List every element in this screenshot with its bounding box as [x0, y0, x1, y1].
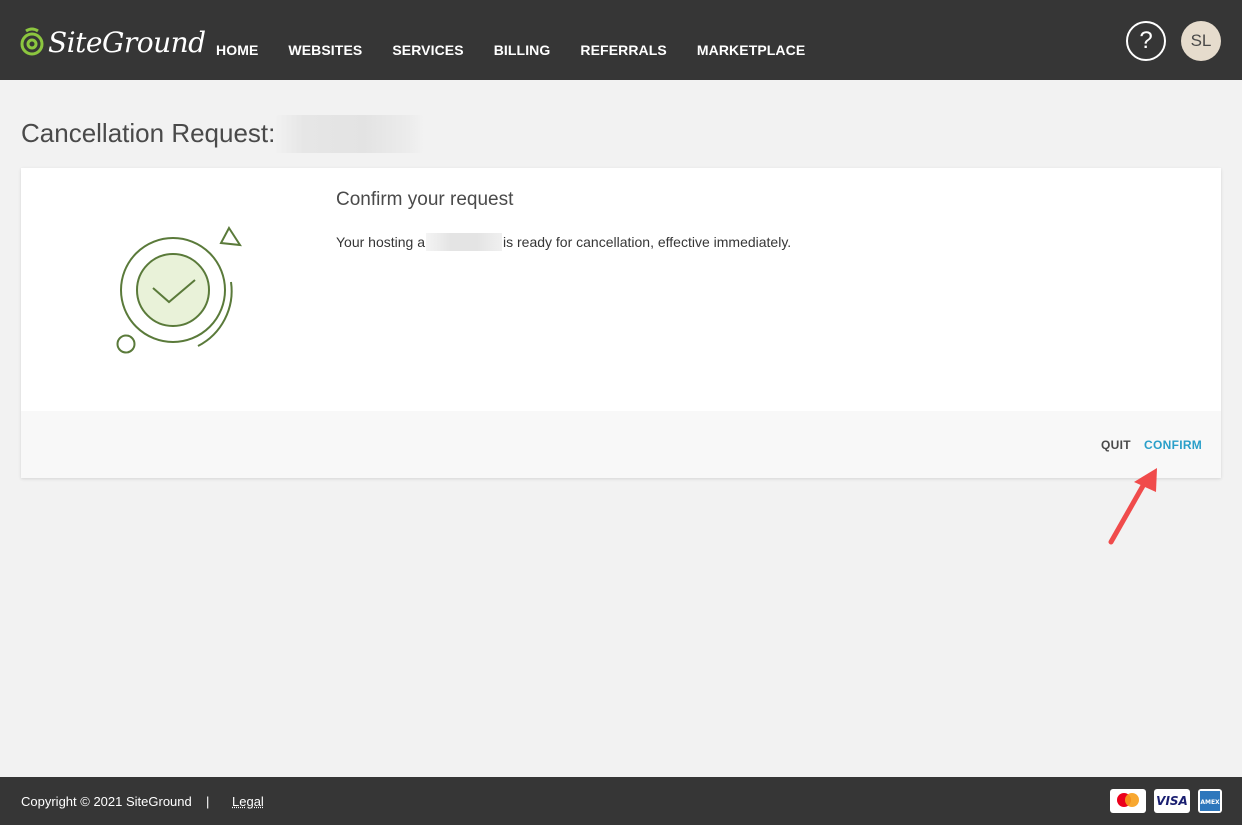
siteground-logo[interactable]: SiteGround	[20, 24, 206, 60]
blurred-account-name	[426, 233, 502, 251]
confirm-checkmark-illustration	[116, 226, 242, 354]
annotation-arrow-icon	[1108, 468, 1157, 545]
message-start: Your hosting a	[336, 234, 425, 250]
blurred-domain-name	[274, 115, 424, 153]
card-heading: Confirm your request	[336, 189, 514, 210]
nav-services[interactable]: SERVICES	[392, 42, 463, 58]
amex-logo: AMEX	[1200, 791, 1220, 811]
nav-referrals[interactable]: REFERRALS	[580, 42, 666, 58]
copyright-text: Copyright © 2021 SiteGround	[21, 794, 192, 809]
page-title: Cancellation Request:	[21, 118, 276, 148]
confirm-button[interactable]: CONFIRM	[1144, 438, 1202, 452]
visa-label: VISA	[1156, 794, 1188, 808]
nav-home[interactable]: HOME	[216, 42, 258, 58]
top-navigation-bar: SiteGround HOME WEBSITES SERVICES BILLIN…	[0, 0, 1242, 80]
brand-name: SiteGround	[48, 25, 206, 59]
main-nav: HOME WEBSITES SERVICES BILLING REFERRALS…	[216, 42, 835, 58]
help-button[interactable]: ?	[1126, 21, 1166, 61]
amex-label: AMEX	[1200, 799, 1220, 806]
message-end: is ready for cancellation, effective imm…	[503, 234, 792, 250]
nav-websites[interactable]: WEBSITES	[288, 42, 362, 58]
card-actions-bar	[21, 411, 1221, 478]
nav-marketplace[interactable]: MARKETPLACE	[697, 42, 805, 58]
page-footer: Copyright © 2021 SiteGround | Legal VISA…	[0, 777, 1242, 825]
footer-separator: |	[206, 794, 210, 809]
card-body: Confirm your request Your hosting a is r…	[21, 168, 1221, 411]
mastercard-logo	[1117, 793, 1139, 807]
legal-link[interactable]: Legal	[232, 794, 264, 809]
mastercard-icon	[1110, 789, 1146, 813]
siteground-logo-icon	[20, 27, 44, 56]
card-message: Your hosting a is ready for cancellation…	[336, 233, 791, 251]
amex-icon: AMEX	[1198, 789, 1222, 813]
cancellation-card: Confirm your request Your hosting a is r…	[21, 168, 1221, 478]
nav-billing[interactable]: BILLING	[494, 42, 551, 58]
visa-icon: VISA	[1154, 789, 1190, 813]
user-avatar[interactable]: SL	[1181, 21, 1221, 61]
quit-button[interactable]: QUIT	[1101, 438, 1131, 452]
